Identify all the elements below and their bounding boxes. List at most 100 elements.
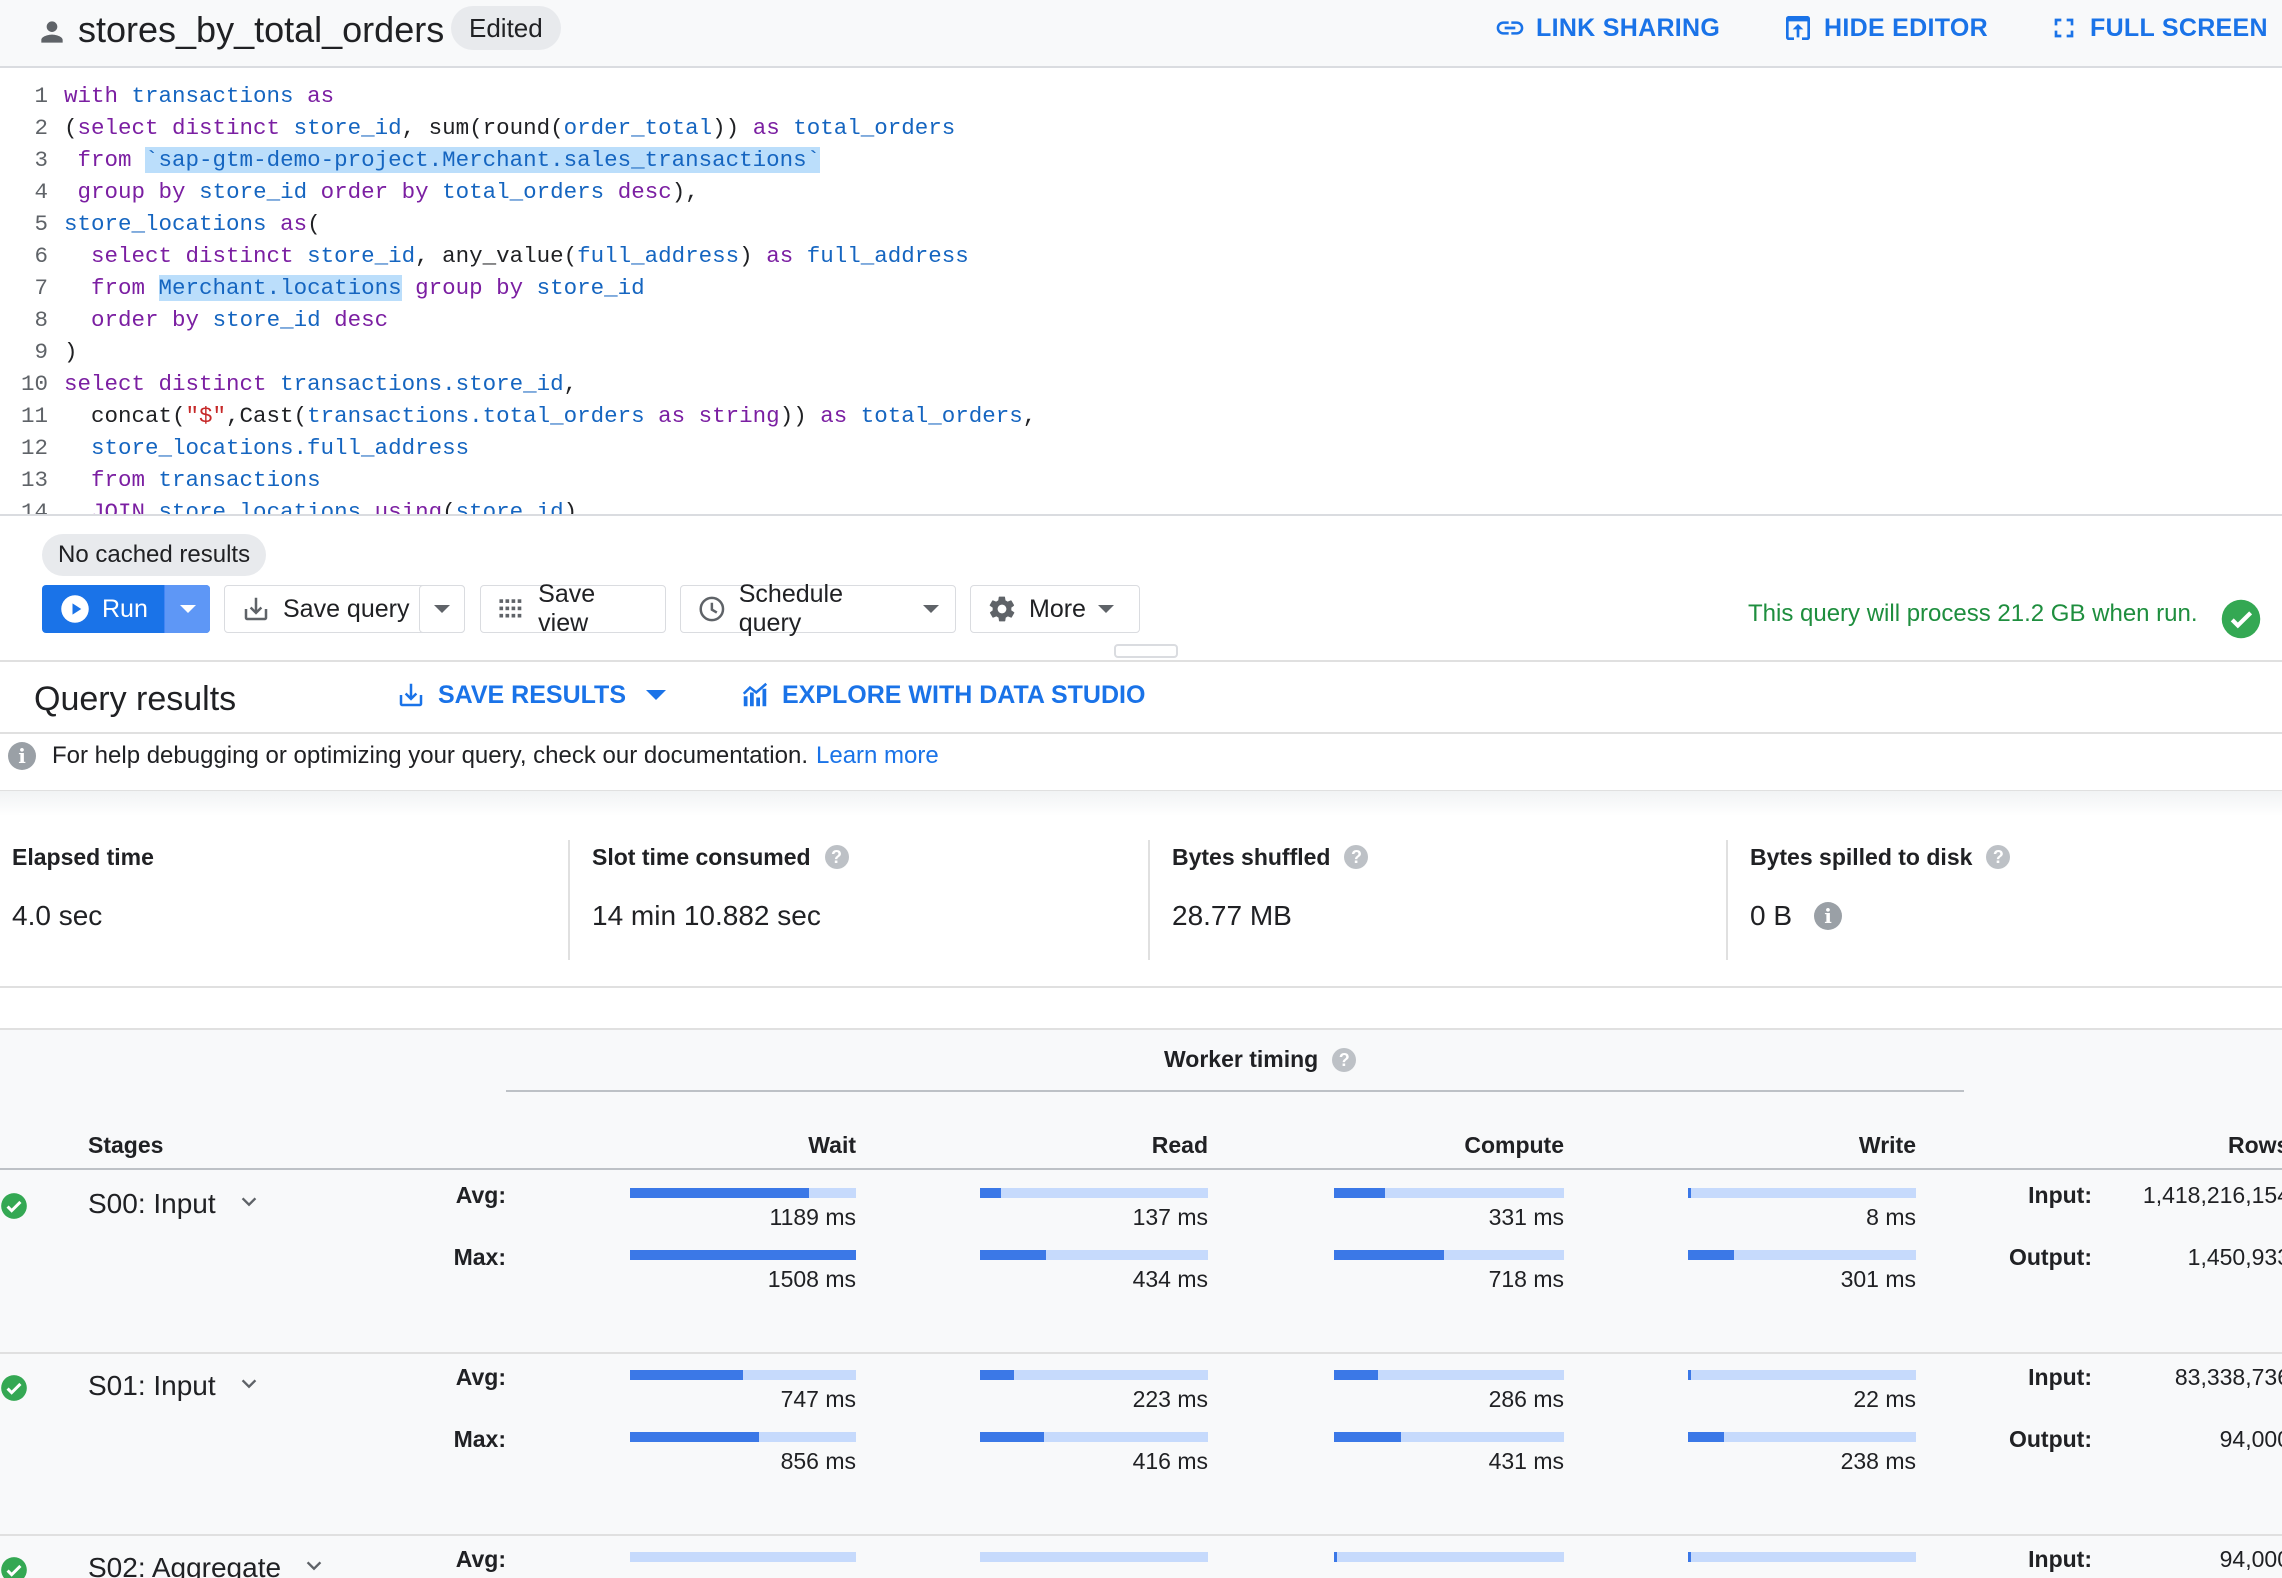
run-main-button[interactable]: Run — [42, 585, 164, 633]
save-query-dropdown[interactable] — [419, 585, 465, 633]
explore-label: EXPLORE WITH DATA STUDIO — [782, 680, 1146, 709]
read-bar-fill — [980, 1250, 1047, 1260]
stage-name: S01: Input — [88, 1370, 216, 1401]
download-icon — [399, 683, 423, 707]
help-icon[interactable]: ? — [1344, 845, 1369, 869]
read-value: 434 ms — [1132, 1266, 1208, 1292]
row-divider — [0, 1534, 2282, 1536]
code-line: 2 (select distinct store_id, sum(round(or… — [34, 115, 956, 141]
rows-max-label: Output: — [2008, 1426, 2092, 1452]
query-title: stores_by_total_orders — [78, 9, 445, 50]
save-query-label: Save query — [283, 594, 410, 623]
more-label: More — [1029, 594, 1086, 623]
compute-value: 431 ms — [1488, 1448, 1564, 1474]
rows-avg-value: 83,338,736 — [2174, 1364, 2282, 1390]
rows-avg-label: Input: — [2028, 1364, 2092, 1390]
write-bar-fill — [1688, 1552, 1692, 1562]
full-screen-button[interactable]: FULL SCREEN — [2048, 10, 2268, 46]
hide-editor-button[interactable]: HIDE EDITOR — [1782, 10, 1988, 46]
wait-value: 1508 ms — [767, 1266, 856, 1292]
wait-bar-fill — [630, 1188, 809, 1198]
read-bar-fill — [980, 1370, 1015, 1380]
rows-avg-label: Input: — [2028, 1182, 2092, 1208]
compute-bar-fill — [1334, 1250, 1445, 1260]
run-dropdown-button[interactable] — [164, 585, 210, 633]
results-title: Query results — [34, 680, 237, 718]
explore-data-studio-button[interactable]: EXPLORE WITH DATA STUDIO — [740, 680, 1145, 710]
read-bar — [980, 1188, 1208, 1198]
code-line: 8 order by store_id desc — [34, 307, 389, 333]
success-check-icon — [0, 1556, 28, 1578]
run-button[interactable]: Run — [42, 585, 210, 633]
stage-toggle[interactable]: S01: Input — [88, 1370, 260, 1402]
compute-bar — [1334, 1250, 1564, 1260]
write-bar — [1688, 1250, 1916, 1260]
hide-editor-icon — [1786, 16, 1810, 40]
read-bar — [980, 1250, 1208, 1260]
stage-toggle[interactable]: S02: Aggregate — [88, 1552, 325, 1578]
chevron-down-icon[interactable] — [238, 1188, 260, 1220]
stat-elapsed-time: Elapsed time 4.0 sec — [12, 840, 154, 960]
read-bar-fill — [980, 1188, 1001, 1198]
header-rule — [0, 1168, 2282, 1170]
rows-max-label: Output: — [2008, 1244, 2092, 1270]
clock-icon — [699, 596, 725, 622]
stat-value: 28.77 MB — [1172, 900, 1292, 931]
more-button[interactable]: More — [970, 585, 1140, 633]
write-bar — [1688, 1370, 1916, 1380]
stat-value: 4.0 sec — [12, 900, 103, 931]
divider — [0, 986, 2282, 988]
play-icon — [61, 595, 89, 623]
help-icon[interactable]: ? — [1986, 845, 2011, 869]
info-icon[interactable]: i — [1814, 902, 1843, 930]
wait-bar — [630, 1188, 856, 1198]
stage-toggle[interactable]: S00: Input — [88, 1188, 260, 1220]
chart-icon — [742, 682, 768, 707]
stat-label: Bytes shuffled? — [1172, 840, 1369, 874]
chevron-down-icon[interactable] — [238, 1370, 260, 1402]
help-icon[interactable]: ? — [1332, 1047, 1357, 1072]
code-line: 5 store_locations as( — [34, 211, 321, 237]
schedule-query-label: Schedule query — [738, 580, 843, 637]
timing-avg-label: Avg: — [455, 1364, 506, 1390]
save-view-button[interactable]: Save view — [480, 580, 666, 637]
resize-handle[interactable] — [1114, 644, 1178, 658]
fullscreen-icon — [2054, 18, 2074, 38]
grid-view-icon — [499, 599, 522, 618]
rows-avg-label: Input: — [2028, 1546, 2092, 1572]
write-value: 22 ms — [1853, 1386, 1916, 1412]
wait-value: 856 ms — [780, 1448, 856, 1474]
stage-name: S02: Aggregate — [88, 1552, 282, 1578]
link-sharing-label: LINK SHARING — [1536, 14, 1721, 42]
stat-label: Bytes spilled to disk? — [1750, 840, 2011, 874]
col-read: Read — [1151, 1132, 1208, 1158]
compute-value: 331 ms — [1488, 1204, 1564, 1230]
wait-bar-fill — [630, 1432, 759, 1442]
code-line: 14 JOIN store_locations using(store_id) — [20, 499, 578, 516]
stat-label: Slot time consumed? — [592, 840, 849, 874]
wait-value: 747 ms — [780, 1386, 856, 1412]
write-value: 238 ms — [1840, 1448, 1916, 1474]
write-value: 8 ms — [1866, 1204, 1916, 1230]
code-line: 6 select distinct store_id, any_value(fu… — [34, 243, 969, 269]
info-icon: i — [8, 742, 36, 770]
help-icon[interactable]: ? — [824, 845, 849, 869]
sql-editor[interactable]: 1 with transactions as 2 (select distinct … — [0, 70, 2282, 516]
chevron-down-icon[interactable] — [303, 1552, 325, 1578]
col-wait: Wait — [808, 1132, 856, 1158]
link-sharing-button[interactable]: LINK SHARING — [1494, 10, 1720, 46]
save-results-label: SAVE RESULTS — [438, 680, 626, 709]
schedule-query-button[interactable]: Schedule query — [680, 580, 956, 637]
compute-bar-fill — [1334, 1552, 1337, 1562]
success-check-icon — [0, 1192, 28, 1220]
caret-down-icon — [646, 690, 666, 700]
save-results-button[interactable]: SAVE RESULTS — [396, 680, 666, 710]
valid-query-check-icon — [2221, 599, 2261, 639]
save-view-label: Save view — [538, 580, 596, 637]
col-compute: Compute — [1464, 1132, 1564, 1158]
code-line: 4 group by store_id order by total_order… — [34, 179, 699, 205]
compute-bar — [1334, 1188, 1564, 1198]
compute-value: 718 ms — [1488, 1266, 1564, 1292]
worker-timing-rule — [506, 1090, 1964, 1092]
learn-more-link[interactable]: Learn more — [816, 742, 939, 770]
